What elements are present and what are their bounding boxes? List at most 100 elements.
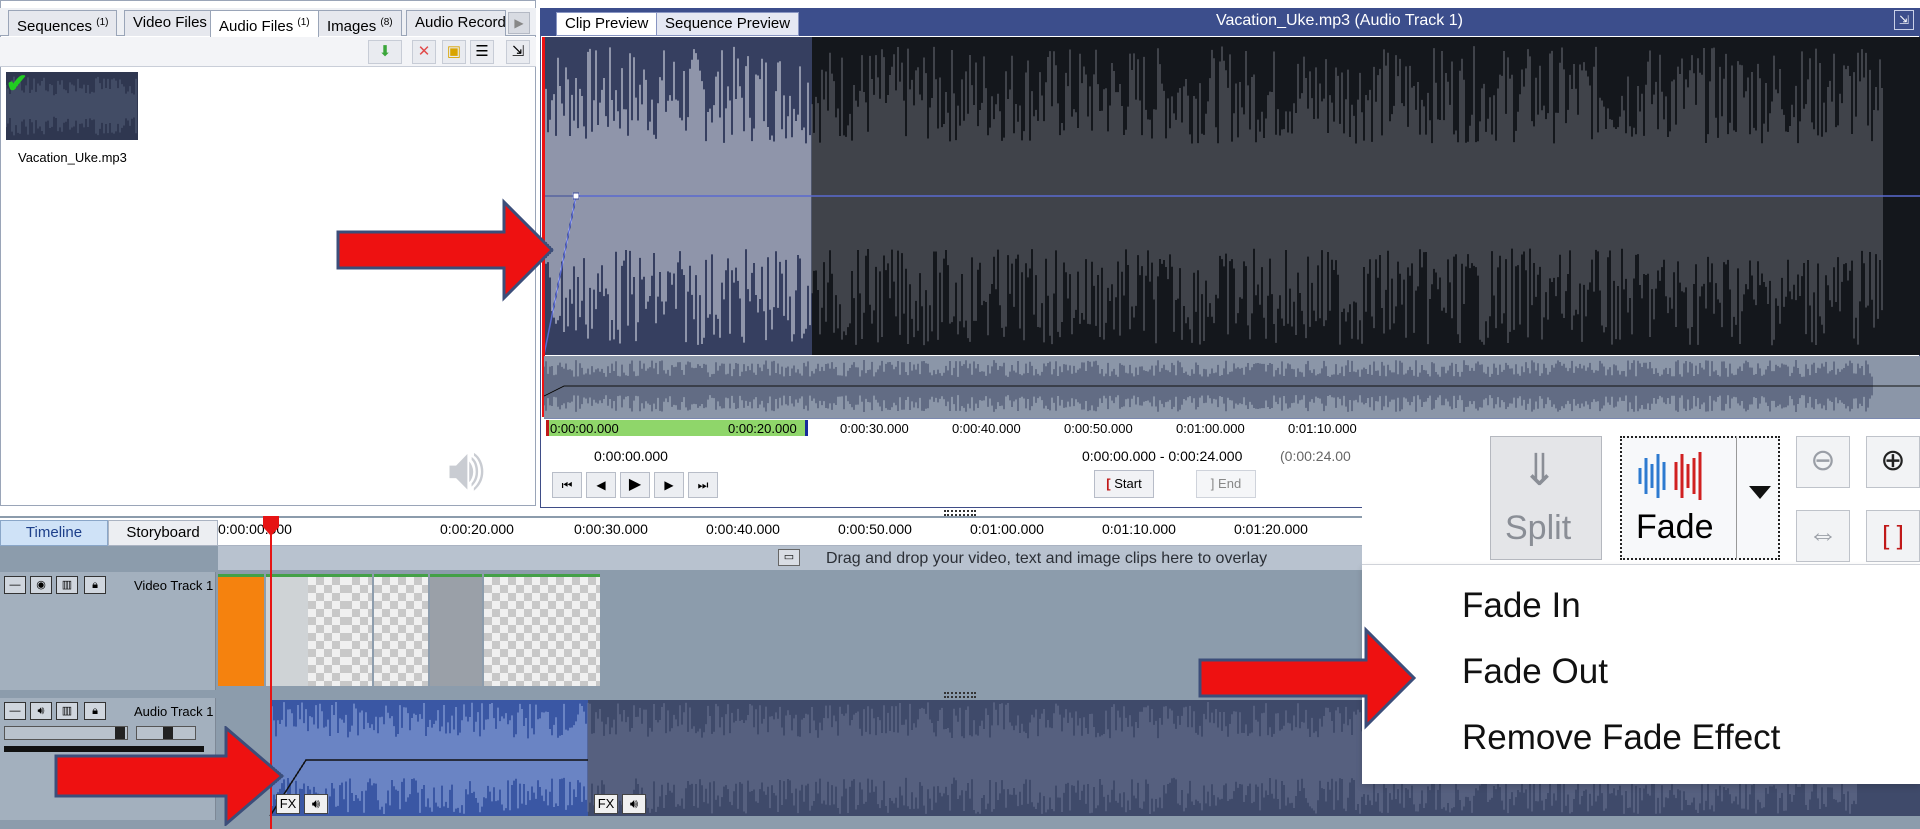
fade-label: Fade bbox=[1636, 508, 1714, 546]
zoom-in-icon[interactable]: ⊕ bbox=[1866, 436, 1920, 488]
video-clip[interactable] bbox=[308, 574, 344, 686]
tab-clip-preview[interactable]: Clip Preview bbox=[556, 12, 658, 36]
overview-waveform-graphic bbox=[544, 360, 1920, 412]
tab-video-files-label: Video Files bbox=[133, 14, 207, 31]
timeline-tick-label: 0:01:10.000 bbox=[1102, 521, 1176, 537]
tab-sequences-label: Sequences bbox=[17, 18, 93, 35]
fx-button[interactable]: FX bbox=[594, 794, 618, 814]
ruler-tick-label: 0:00:20.000 bbox=[728, 421, 797, 436]
annotation-arrow bbox=[336, 198, 555, 302]
checkmark-icon: ✔ bbox=[6, 68, 28, 98]
image-icon: ▭ bbox=[778, 549, 800, 566]
go-to-end-icon[interactable]: ⏭ bbox=[688, 472, 718, 498]
set-end-button[interactable]: ] End bbox=[1196, 470, 1256, 498]
ruler-tick-label: 0:01:10.000 bbox=[1288, 421, 1357, 436]
go-to-start-icon[interactable]: ⏮ bbox=[552, 472, 582, 498]
timeline-tick-label: 0:01:20.000 bbox=[1234, 521, 1308, 537]
tab-video-files[interactable]: Video Files bbox=[124, 10, 216, 36]
video-clip[interactable] bbox=[344, 574, 372, 686]
video-track-header: — ◉ ▥ 🔒︎ Video Track 1 bbox=[0, 572, 216, 690]
video-clip[interactable] bbox=[484, 574, 600, 686]
set-start-label: Start bbox=[1114, 476, 1142, 491]
clip-waveform[interactable] bbox=[544, 37, 1920, 355]
tab-sequences-count: (1) bbox=[96, 17, 109, 28]
set-start-button[interactable]: [ Start bbox=[1094, 470, 1154, 498]
selection-time-range: 0:00:00.000 - 0:00:24.000 bbox=[1082, 448, 1243, 464]
video-clip[interactable] bbox=[374, 574, 428, 686]
delete-icon[interactable]: ✕ bbox=[412, 40, 436, 64]
tab-audio-files-label: Audio Files bbox=[219, 18, 294, 35]
video-track-name: Video Track 1 bbox=[134, 578, 214, 593]
chevron-down-icon bbox=[1749, 486, 1771, 499]
step-forward-icon[interactable]: ▶ bbox=[654, 472, 684, 498]
video-clip[interactable] bbox=[218, 574, 264, 686]
timeline-tick-label: 0:00:20.000 bbox=[440, 521, 514, 537]
tab-images-count: (8) bbox=[380, 17, 393, 28]
tab-images-label: Images bbox=[327, 18, 377, 35]
list-view-icon[interactable]: ☰ bbox=[470, 40, 494, 64]
lock-icon[interactable]: 🔒︎ bbox=[84, 702, 106, 720]
fit-width-icon[interactable]: ⇔ bbox=[1796, 510, 1850, 562]
ruler-tick-label: 0:01:00.000 bbox=[1176, 421, 1245, 436]
collapse-icon[interactable]: — bbox=[4, 576, 26, 594]
add-folder-icon[interactable]: ▣ bbox=[442, 40, 466, 64]
play-icon[interactable]: ▶ bbox=[620, 472, 650, 498]
media-toolbar: ⬇ ✕ ▣ ☰ ⇲ bbox=[0, 37, 536, 67]
selection-duration: (0:00:24.00 bbox=[1280, 448, 1351, 464]
step-back-icon[interactable]: ◀ bbox=[586, 472, 616, 498]
clip-volume-icon[interactable]: 🔊︎ bbox=[304, 794, 328, 814]
fade-icon bbox=[1636, 448, 1710, 507]
lock-icon[interactable]: 🔒︎ bbox=[84, 576, 106, 594]
import-icon[interactable]: ⬇ bbox=[368, 40, 402, 64]
collapse-icon[interactable]: — bbox=[4, 702, 26, 720]
audio-file-name: Vacation_Uke.mp3 bbox=[18, 150, 127, 165]
current-time: 0:00:00.000 bbox=[594, 448, 668, 464]
audio-track-name: Audio Track 1 bbox=[134, 704, 214, 719]
tab-scroll-right-icon[interactable]: ▶ bbox=[508, 12, 530, 34]
tab-audio-files-count: (1) bbox=[297, 17, 310, 28]
tab-timeline[interactable]: Timeline bbox=[0, 520, 108, 546]
timeline-tick-label: 0:00:50.000 bbox=[838, 521, 912, 537]
split-label: Split bbox=[1505, 509, 1572, 547]
tab-sequence-preview[interactable]: Sequence Preview bbox=[656, 12, 800, 36]
clip-volume-icon[interactable]: 🔊︎ bbox=[622, 794, 646, 814]
set-end-label: End bbox=[1218, 476, 1242, 491]
fade-icon-graphic bbox=[1638, 452, 1702, 500]
group-icon[interactable]: ▥ bbox=[56, 702, 78, 720]
ruler-tick-label: 0:00:40.000 bbox=[952, 421, 1021, 436]
ruler-tick-label: 0:00:30.000 bbox=[840, 421, 909, 436]
tab-audio-files[interactable]: Audio Files (1) bbox=[210, 10, 319, 37]
tab-sequences[interactable]: Sequences (1) bbox=[8, 10, 118, 36]
overview-waveform[interactable] bbox=[544, 356, 1920, 418]
annotation-arrow bbox=[54, 726, 285, 826]
menu-fade-out[interactable]: Fade Out bbox=[1462, 652, 1608, 692]
media-tab-bar: Sequences (1) Video Files Audio Files (1… bbox=[0, 8, 536, 37]
tab-audio-record[interactable]: Audio Record bbox=[406, 10, 506, 36]
annotation-arrow bbox=[1198, 626, 1417, 730]
timeline-tick-label: 0:00:40.000 bbox=[706, 521, 780, 537]
timeline-tick-label: 0:01:00.000 bbox=[970, 521, 1044, 537]
menu-remove-fade-effect[interactable]: Remove Fade Effect bbox=[1462, 718, 1780, 758]
group-icon[interactable]: ▥ bbox=[56, 576, 78, 594]
tab-images[interactable]: Images (8) bbox=[318, 10, 402, 36]
speaker-icon: 🔊︎ bbox=[448, 437, 485, 502]
tab-audio-record-label: Audio Record bbox=[415, 14, 506, 31]
timeline-tick-label: 0:00:00.000 bbox=[218, 521, 292, 537]
detach-panel-icon[interactable]: ⇲ bbox=[506, 40, 530, 64]
preview-title: Vacation_Uke.mp3 (Audio Track 1) bbox=[1216, 12, 1463, 29]
fade-dropdown[interactable] bbox=[1736, 436, 1782, 560]
mute-icon[interactable]: 🔊︎ bbox=[30, 702, 52, 720]
menu-fade-in[interactable]: Fade In bbox=[1462, 586, 1581, 626]
selection-brackets-icon[interactable]: [ ] bbox=[1866, 510, 1920, 562]
zoom-out-icon[interactable]: ⊖ bbox=[1796, 436, 1850, 488]
ruler-tick-label: 0:00:50.000 bbox=[1064, 421, 1133, 436]
restore-window-icon[interactable]: ⇲ bbox=[1894, 10, 1914, 30]
video-clip[interactable] bbox=[266, 574, 308, 686]
split-button[interactable]: ⇓ Split bbox=[1490, 436, 1602, 560]
visibility-icon[interactable]: ◉ bbox=[30, 576, 52, 594]
tab-storyboard[interactable]: Storyboard bbox=[108, 520, 218, 546]
split-icon: ⇓ bbox=[1521, 446, 1558, 495]
clip-waveform-graphic bbox=[544, 37, 1920, 355]
video-clip[interactable] bbox=[430, 574, 482, 686]
ruler-tick-label: 0:00:00.000 bbox=[550, 421, 619, 436]
